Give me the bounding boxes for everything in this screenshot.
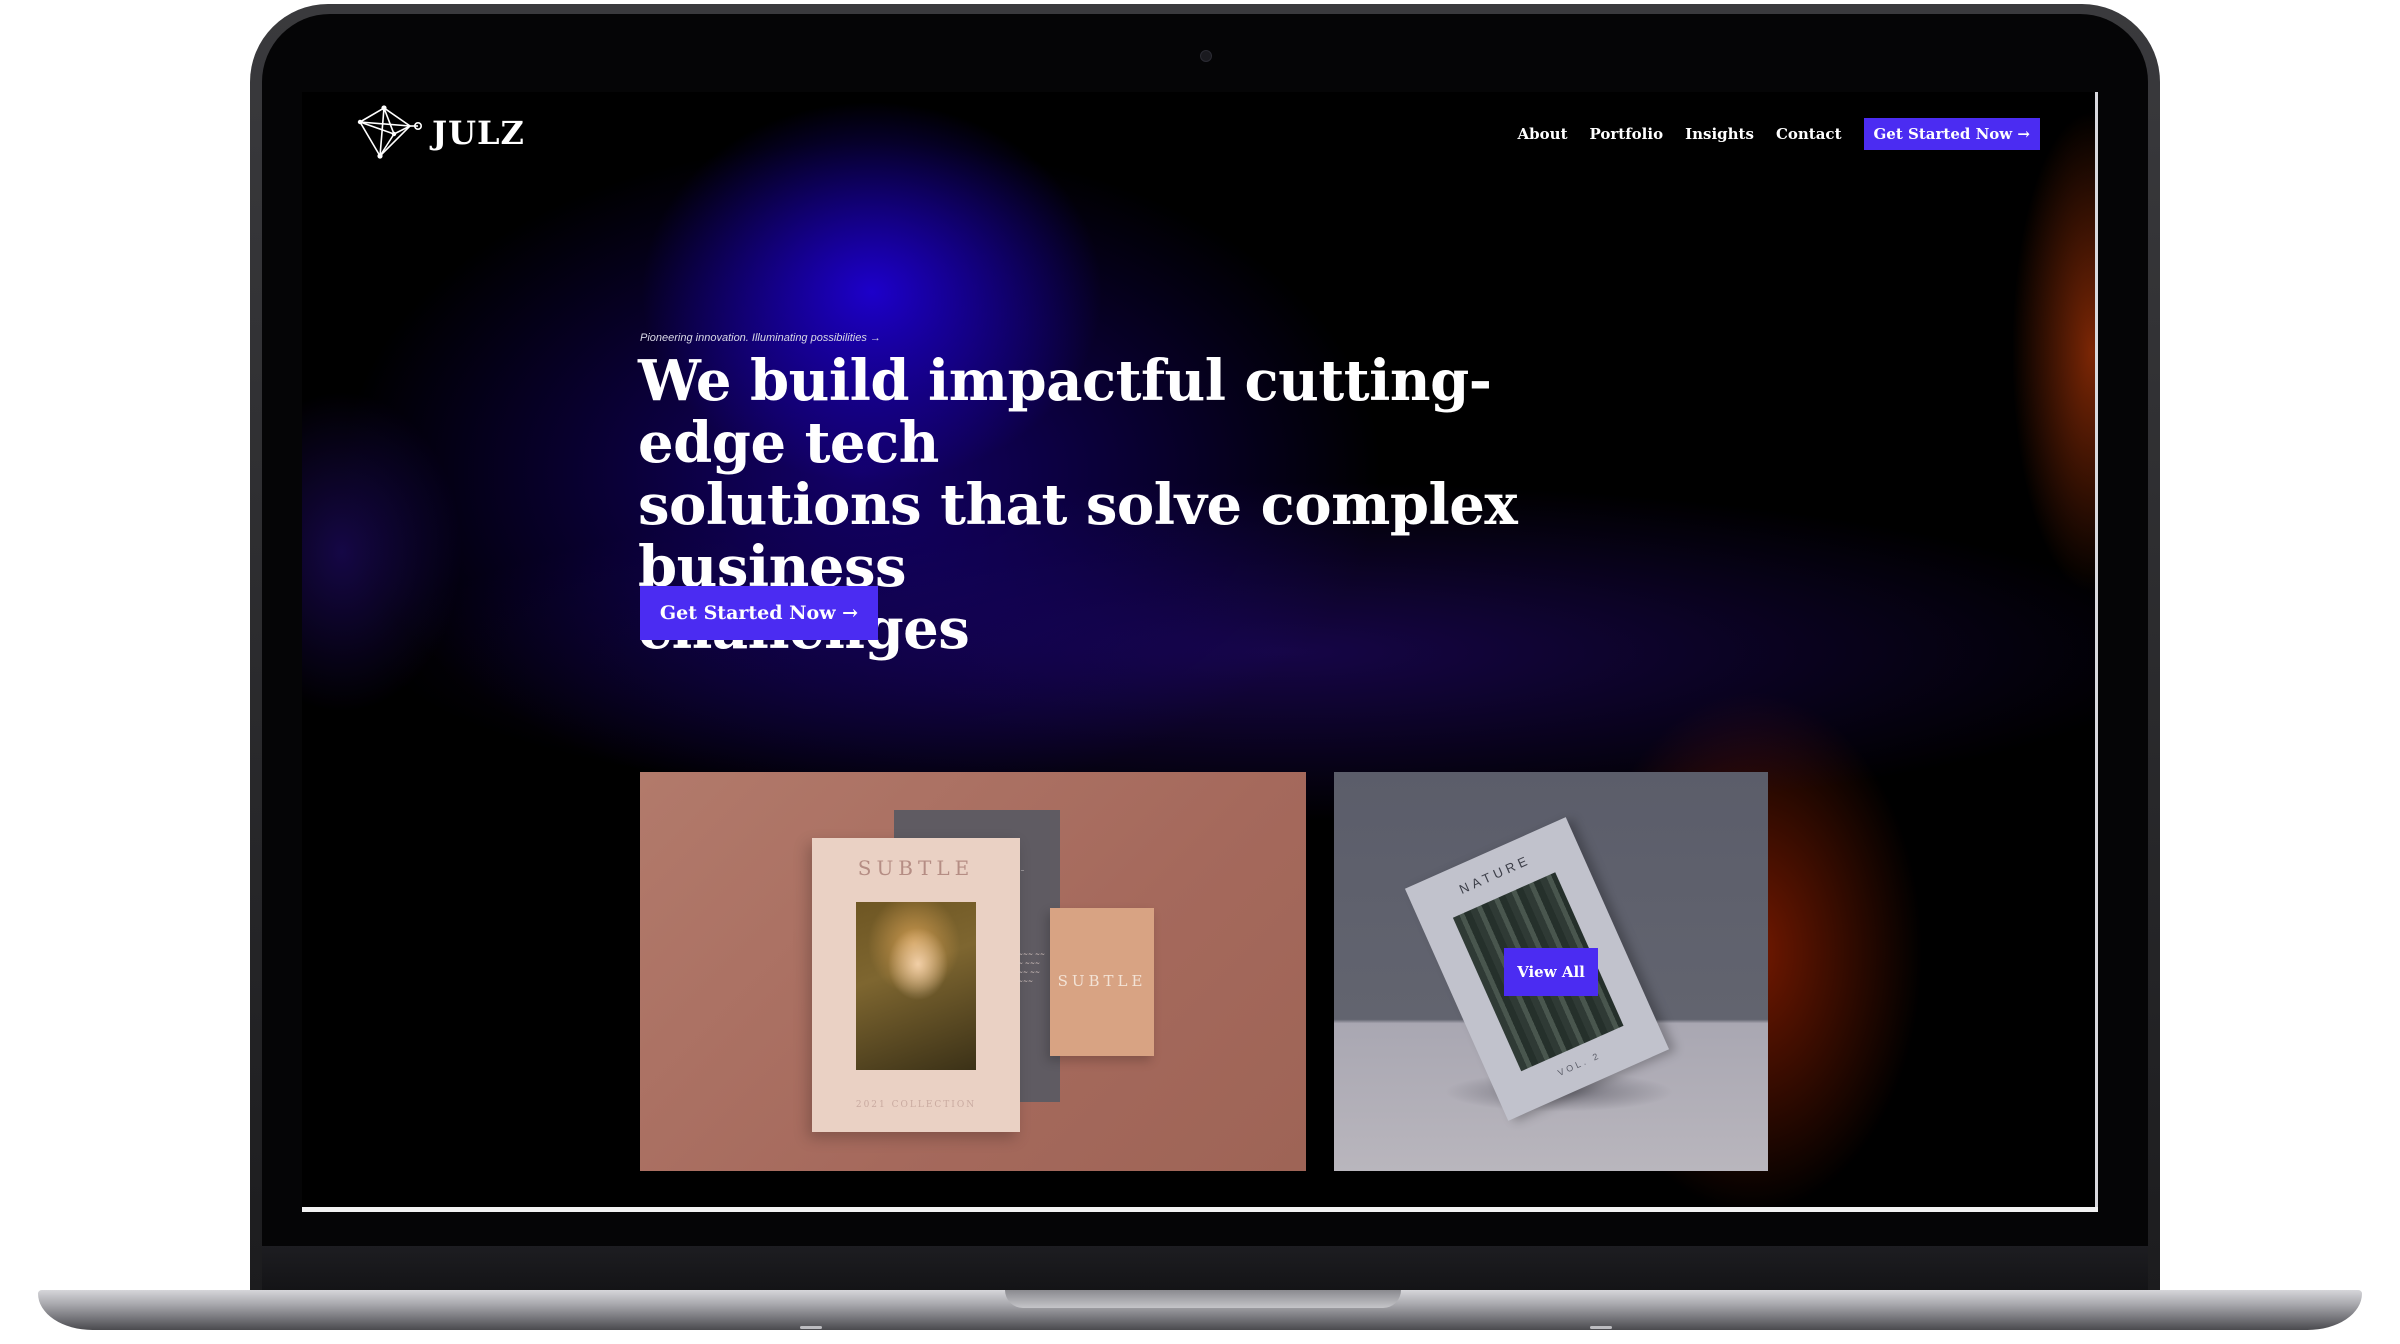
nav-link-portfolio[interactable]: Portfolio — [1590, 125, 1664, 143]
subtle-front-book: SUBTLE 2021 COLLECTION — [812, 838, 1020, 1132]
portfolio-card-subtle[interactable]: ~~ ~~~~~~ ~ SUBTLE SUBTLE 2021 COLLECTIO… — [640, 772, 1306, 1171]
headline-line: We build impactful cutting-edge tech — [638, 348, 1492, 476]
portfolio-card-nature[interactable]: NATURE VOL. 2 View All — [1334, 772, 1768, 1171]
nav-get-started-button[interactable]: Get Started Now → — [1863, 118, 2040, 150]
nav-link-about[interactable]: About — [1518, 125, 1568, 143]
view-all-button[interactable]: View All — [1504, 948, 1598, 996]
camera-icon — [1200, 50, 1212, 62]
headline-line: solutions that solve complex business — [638, 472, 1518, 600]
laptop-notch — [1005, 1290, 1401, 1308]
portrait-photo — [856, 902, 976, 1070]
brand-logo[interactable]: JULZ — [354, 104, 525, 162]
hero-tagline: Pioneering innovation. Illuminating poss… — [640, 332, 881, 344]
main-nav: About Portfolio Insights Contact Get Sta… — [1518, 118, 2040, 150]
subtle-side-book: SUBTLE — [1050, 908, 1154, 1056]
website-screen: JULZ About Portfolio Insights Contact Ge… — [302, 92, 2098, 1212]
laptop-foot — [800, 1326, 822, 1329]
brand-name: JULZ — [432, 114, 525, 152]
laptop-foot — [1590, 1326, 1612, 1329]
subtle-front-footer: 2021 COLLECTION — [855, 1100, 977, 1110]
screen-edge — [2095, 92, 2098, 1212]
network-gem-icon — [357, 105, 422, 159]
hero-get-started-button[interactable]: Get Started Now → — [640, 586, 878, 640]
subtle-side-title: SUBTLE — [1057, 972, 1147, 990]
nav-link-insights[interactable]: Insights — [1685, 125, 1754, 143]
screen-bottom-edge — [302, 1207, 2098, 1212]
subtle-front-title: SUBTLE — [857, 856, 975, 880]
nav-link-contact[interactable]: Contact — [1776, 125, 1842, 143]
